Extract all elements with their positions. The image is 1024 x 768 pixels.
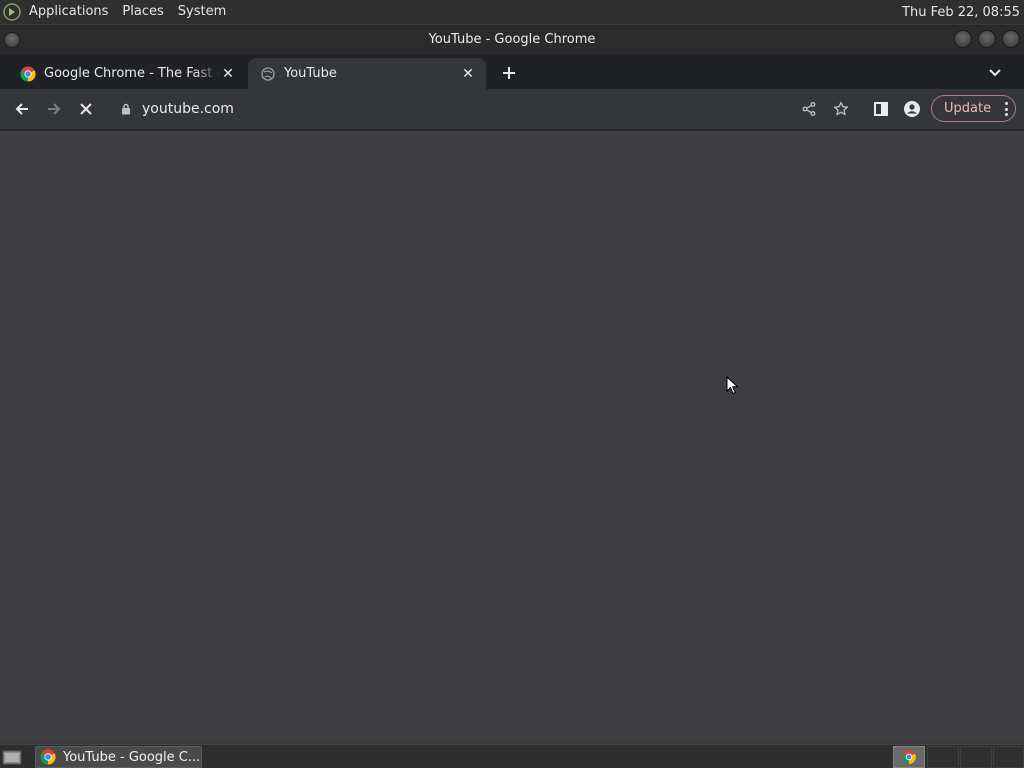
- chrome-icon: [40, 749, 56, 765]
- clock[interactable]: Thu Feb 22, 08:55: [902, 5, 1024, 20]
- minimize-button[interactable]: [954, 30, 972, 48]
- globe-icon: [260, 66, 276, 82]
- maximize-button[interactable]: [978, 30, 996, 48]
- workspace-1[interactable]: [893, 746, 925, 768]
- taskbar-window-label: YouTube - Google C...: [63, 749, 201, 765]
- url-text[interactable]: youtube.com: [142, 101, 234, 117]
- workspace-2[interactable]: [927, 746, 959, 768]
- new-tab-button[interactable]: [498, 62, 520, 84]
- more-menu-icon[interactable]: [1004, 102, 1008, 116]
- update-label: Update: [944, 101, 992, 116]
- window-menu-icon[interactable]: [4, 32, 20, 48]
- profile-avatar-icon[interactable]: [900, 97, 924, 121]
- stop-loading-button[interactable]: [74, 97, 98, 121]
- bottom-taskbar: YouTube - Google C...: [0, 744, 1024, 768]
- workspace-3[interactable]: [960, 746, 992, 768]
- menu-system[interactable]: System: [173, 0, 235, 24]
- bookmark-star-icon[interactable]: [829, 97, 853, 121]
- forward-button[interactable]: [42, 97, 66, 121]
- page-content[interactable]: [0, 131, 1024, 743]
- tab-title: Google Chrome - The Fast & Secure: [44, 66, 220, 81]
- address-bar[interactable]: youtube.com: [108, 94, 868, 124]
- window-title: YouTube - Google Chrome: [428, 32, 596, 47]
- browser-toolbar: youtube.com Update: [0, 89, 1024, 129]
- window-titlebar[interactable]: YouTube - Google Chrome: [0, 25, 1024, 54]
- close-tab-icon[interactable]: ✕: [220, 66, 236, 82]
- show-desktop-icon[interactable]: [2, 748, 22, 766]
- tab-youtube[interactable]: YouTube ✕: [248, 58, 486, 89]
- mate-logo-icon[interactable]: [0, 0, 24, 24]
- mouse-cursor-icon: [726, 375, 740, 396]
- chrome-icon: [20, 66, 36, 82]
- close-tab-icon[interactable]: ✕: [460, 66, 476, 82]
- update-button[interactable]: Update: [931, 95, 1016, 122]
- side-panel-icon[interactable]: [869, 97, 893, 121]
- tab-search-chevron-icon[interactable]: [986, 64, 1004, 82]
- back-button[interactable]: [10, 97, 34, 121]
- close-window-button[interactable]: [1002, 30, 1020, 48]
- top-panel: Applications Places System Thu Feb 22, 0…: [0, 0, 1024, 24]
- workspace-4[interactable]: [993, 746, 1024, 768]
- tab-chrome[interactable]: Google Chrome - The Fast & Secure ✕: [8, 58, 246, 89]
- menu-applications[interactable]: Applications: [24, 0, 117, 24]
- lock-icon[interactable]: [118, 101, 134, 117]
- menu-places[interactable]: Places: [117, 0, 172, 24]
- share-icon[interactable]: [797, 97, 821, 121]
- tab-title: YouTube: [284, 66, 337, 81]
- taskbar-chrome-window[interactable]: YouTube - Google C...: [35, 746, 202, 768]
- tab-strip: Google Chrome - The Fast & Secure ✕ YouT…: [0, 54, 1024, 89]
